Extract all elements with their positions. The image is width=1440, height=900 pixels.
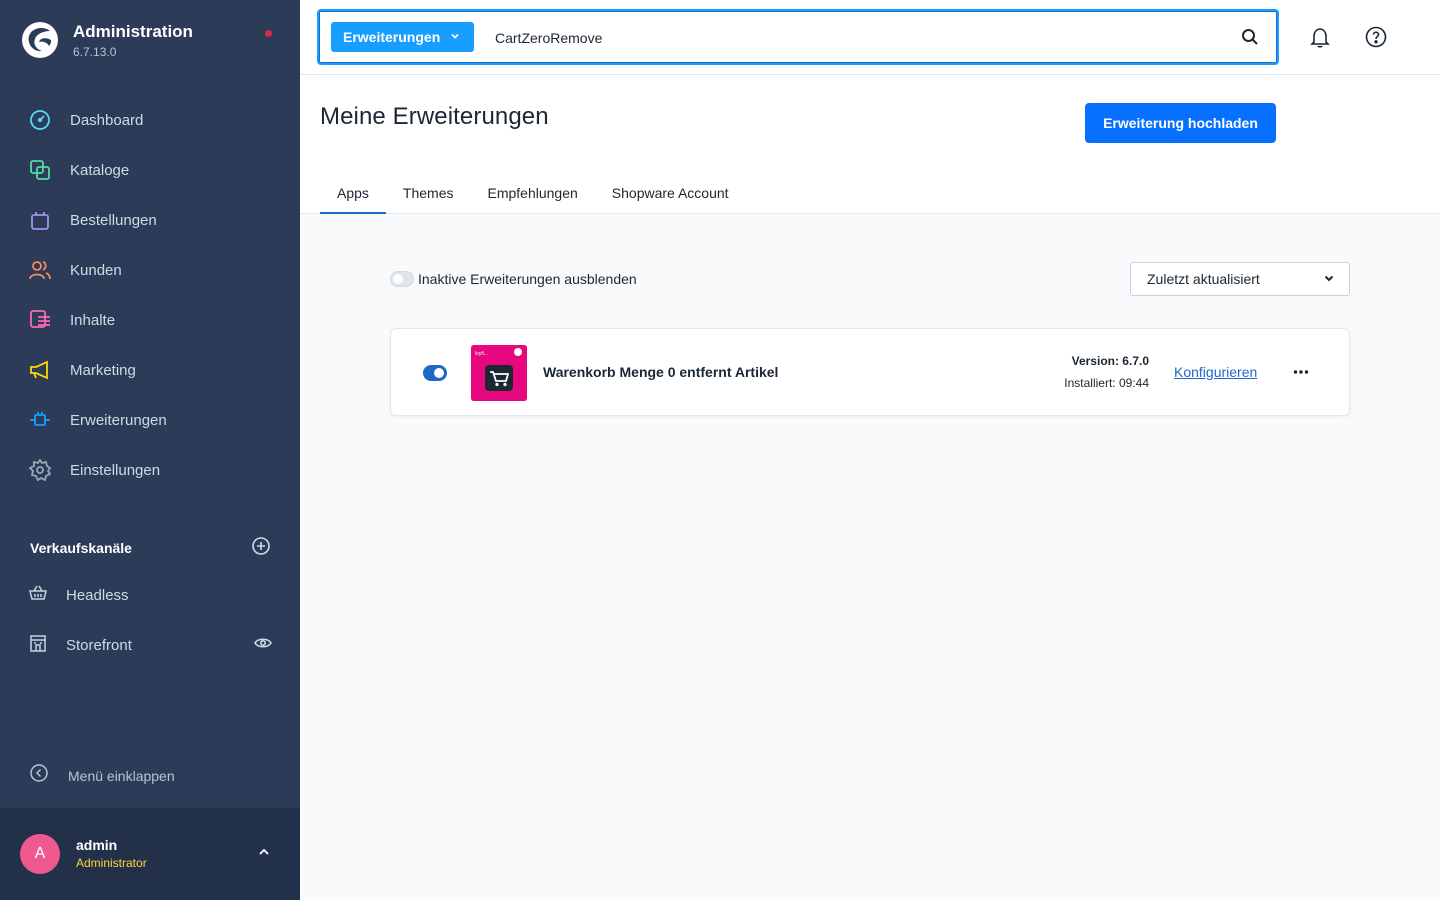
user-role: Administrator (76, 856, 147, 870)
nav-item-label: Einstellungen (70, 461, 161, 479)
hide-inactive-label: Inaktive Erweiterungen ausblenden (418, 271, 637, 287)
add-sales-channel-icon[interactable] (252, 536, 270, 560)
search-type-label: Erweiterungen (343, 29, 441, 45)
brand-title: Administration (73, 22, 193, 41)
shopware-logo-icon (22, 22, 58, 58)
plugin-icon (28, 408, 52, 432)
sales-channel-headless[interactable]: Headless (28, 577, 272, 613)
extension-tabs: Apps Themes Empfehlungen Shopware Accoun… (320, 171, 746, 214)
extension-name: Warenkorb Menge 0 entfernt Artikel (543, 364, 779, 380)
gear-icon (28, 458, 52, 482)
notification-dot-icon (265, 30, 272, 37)
shopping-bag-icon (28, 208, 52, 232)
nav-item-dashboard[interactable]: Dashboard (0, 95, 300, 145)
eye-icon[interactable] (254, 634, 272, 657)
collapse-menu[interactable]: Menü einklappen (30, 764, 175, 787)
nav-item-inhalte[interactable]: Inhalte (0, 295, 300, 345)
user-menu[interactable]: A admin Administrator (0, 808, 300, 900)
chevron-up-icon[interactable] (258, 845, 270, 863)
nav-item-label: Inhalte (70, 311, 116, 329)
nav-item-bestellungen[interactable]: Bestellungen (0, 195, 300, 245)
search-input[interactable] (495, 27, 1215, 49)
avatar: A (20, 834, 60, 874)
tab-themes[interactable]: Themes (386, 171, 471, 214)
nav-item-kataloge[interactable]: Kataloge (0, 145, 300, 195)
tab-empfehlungen[interactable]: Empfehlungen (471, 171, 595, 214)
nav-item-label: Marketing (70, 361, 136, 379)
nav-item-label: Dashboard (70, 111, 144, 129)
content-icon (28, 308, 52, 332)
dashboard-icon (28, 108, 52, 132)
sales-channel-label: Headless (66, 586, 129, 604)
storefront-icon (28, 633, 48, 658)
collapse-icon (30, 764, 48, 787)
sort-select-value: Zuletzt aktualisiert (1147, 271, 1260, 287)
megaphone-icon (28, 358, 52, 382)
sort-select[interactable]: Zuletzt aktualisiert (1130, 262, 1350, 296)
nav-item-label: Erweiterungen (70, 411, 167, 429)
collapse-menu-label: Menü einklappen (68, 767, 175, 784)
basket-icon (28, 583, 48, 608)
page-header: Meine Erweiterungen Erweiterung hochlade… (300, 75, 1440, 214)
sales-channels-header: Verkaufskanäle (30, 536, 270, 560)
brand-version: 6.7.13.0 (73, 45, 117, 59)
sales-channel-storefront[interactable]: Storefront (28, 627, 272, 663)
user-name: admin (76, 837, 118, 853)
extension-card: loyfi... Warenkorb Menge 0 entfernt Arti… (390, 328, 1350, 416)
help-icon[interactable] (1364, 25, 1388, 49)
main-navigation: Dashboard Kataloge Bestellungen Kunden I… (0, 95, 300, 495)
search-type-dropdown[interactable]: Erweiterungen (331, 22, 475, 52)
extension-icon: loyfi... (471, 345, 527, 401)
configure-link[interactable]: Konfigurieren (1174, 364, 1257, 380)
sales-channel-label: Storefront (66, 636, 132, 654)
nav-item-label: Kataloge (70, 161, 130, 179)
nav-item-erweiterungen[interactable]: Erweiterungen (0, 395, 300, 445)
chevron-down-icon (450, 31, 460, 44)
tab-shopware-account[interactable]: Shopware Account (595, 171, 746, 214)
nav-item-label: Bestellungen (70, 211, 157, 229)
top-bar: Erweiterungen (300, 0, 1440, 75)
users-icon (28, 258, 52, 282)
more-actions-icon[interactable] (1293, 362, 1309, 380)
extension-installed-time: Installiert: 09:44 (1064, 376, 1149, 390)
chevron-down-icon (1323, 271, 1335, 287)
filter-row: Inaktive Erweiterungen ausblenden Zuletz… (390, 262, 1350, 296)
extension-version: Version: 6.7.0 (1071, 354, 1149, 368)
extension-icon-text: loyfi... (475, 351, 488, 357)
search-icon[interactable] (1241, 28, 1259, 51)
sidebar: Administration 6.7.13.0 Dashboard Katalo… (0, 0, 300, 900)
extension-active-toggle[interactable] (423, 365, 447, 381)
sales-channels-title: Verkaufskanäle (30, 540, 132, 556)
tab-apps[interactable]: Apps (320, 171, 386, 214)
bell-icon[interactable] (1308, 25, 1332, 49)
hide-inactive-toggle[interactable] (390, 271, 414, 287)
upload-extension-button[interactable]: Erweiterung hochladen (1085, 103, 1276, 143)
page-title: Meine Erweiterungen (320, 103, 549, 130)
nav-item-marketing[interactable]: Marketing (0, 345, 300, 395)
nav-item-kunden[interactable]: Kunden (0, 245, 300, 295)
nav-item-label: Kunden (70, 261, 122, 279)
catalog-icon (28, 158, 52, 182)
brand[interactable]: Administration 6.7.13.0 (20, 20, 193, 60)
global-search[interactable]: Erweiterungen (317, 9, 1279, 65)
nav-item-einstellungen[interactable]: Einstellungen (0, 445, 300, 495)
